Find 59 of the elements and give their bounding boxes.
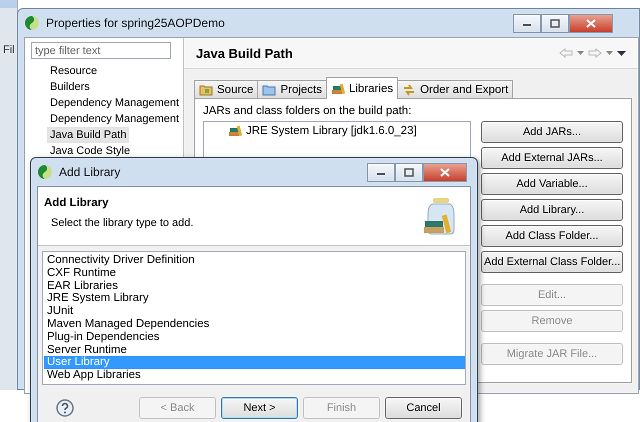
title-bar <box>0 0 17 8</box>
tree-item[interactable]: Dependency Management <box>47 95 182 111</box>
jar-books-icon <box>422 197 456 235</box>
tree-item[interactable]: Builders <box>47 79 93 95</box>
minimize-button[interactable] <box>513 14 541 32</box>
list-item[interactable]: EAR Libraries <box>44 280 465 292</box>
list-item[interactable]: JRE System Library [jdk1.6.0_23] <box>246 125 417 137</box>
close-button[interactable] <box>569 14 613 32</box>
books-icon <box>330 82 345 94</box>
tree-item[interactable]: Java Build Path <box>47 127 130 143</box>
filter-field[interactable]: type filter text <box>31 42 171 59</box>
action-button[interactable]: Add Class Folder... <box>481 225 623 247</box>
help-icon[interactable] <box>56 399 74 417</box>
close-button[interactable] <box>423 162 467 182</box>
dialog-title: Add Library <box>59 165 120 179</box>
action-button[interactable]: Add Library... <box>481 199 623 221</box>
action-button[interactable]: Add External JARs... <box>481 147 623 169</box>
app-logo-icon <box>37 164 53 180</box>
view-menu-icon[interactable] <box>617 50 626 56</box>
dropdown-caret-icon[interactable] <box>577 51 584 55</box>
maximize-icon <box>404 168 414 176</box>
maximize-button[interactable] <box>541 14 569 32</box>
menu-label[interactable]: Fil <box>0 8 17 56</box>
folder-icon <box>199 84 213 96</box>
dialog-description: Select the library type to add. <box>51 217 194 229</box>
tab[interactable]: Source <box>194 80 258 99</box>
page-title: Java Build Path <box>196 46 293 60</box>
folder-icon <box>262 84 276 96</box>
tab[interactable]: Order and Export <box>397 80 514 99</box>
list-item[interactable]: Web App Libraries <box>44 369 465 382</box>
dialog-button[interactable]: Cancel <box>385 397 462 419</box>
order-arrows-icon <box>402 84 416 96</box>
books-icon <box>228 125 242 137</box>
list-item[interactable]: CXF Runtime <box>44 266 465 280</box>
dialog-button[interactable]: Next > <box>221 397 298 419</box>
list-item[interactable]: Connectivity Driver Definition <box>44 254 465 267</box>
action-button[interactable]: Add Variable... <box>481 173 623 195</box>
dialog-heading: Add Library <box>44 197 110 209</box>
window-title: Properties for spring25AOPDemo <box>46 16 225 30</box>
app-logo-icon <box>24 15 40 31</box>
list-item[interactable]: Server Runtime <box>44 344 465 356</box>
build-path-label: JARs and class folders on the build path: <box>203 105 412 117</box>
minimize-button[interactable] <box>367 162 395 182</box>
close-icon <box>440 168 450 176</box>
tree-item[interactable]: Java Code Style <box>47 143 134 159</box>
action-button[interactable]: Add JARs... <box>481 121 623 143</box>
list-item[interactable]: JUnit <box>44 305 465 318</box>
tree-item[interactable]: Dependency Management <box>47 111 182 127</box>
action-button[interactable]: Add External Class Folder... <box>481 251 623 273</box>
tab[interactable]: Projects <box>257 80 327 99</box>
list-item[interactable]: JRE System Library <box>44 292 465 306</box>
list-item[interactable]: Plug-in Dependencies <box>44 330 465 344</box>
tree-item[interactable]: Resource <box>47 63 100 79</box>
dropdown-caret-icon[interactable] <box>606 51 613 55</box>
tab[interactable]: Libraries <box>326 77 398 99</box>
close-icon <box>586 18 596 28</box>
list-item[interactable]: Maven Managed Dependencies <box>44 318 465 331</box>
maximize-icon <box>550 18 560 28</box>
maximize-button[interactable] <box>395 162 423 182</box>
